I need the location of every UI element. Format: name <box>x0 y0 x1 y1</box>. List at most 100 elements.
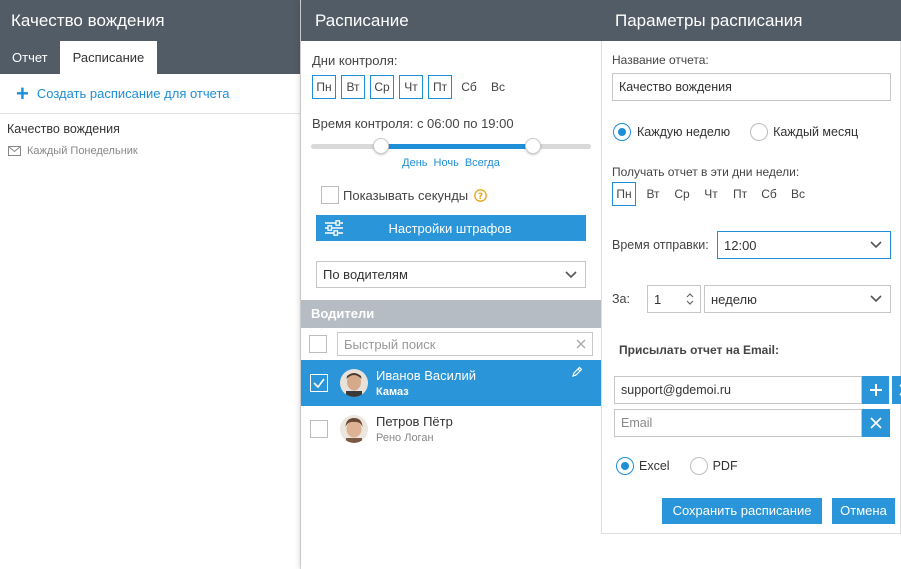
driver-vehicle: Рено Логан <box>376 432 434 444</box>
driver-avatar <box>340 415 368 443</box>
control-day-mon[interactable]: Пн <box>312 75 336 99</box>
fines-settings-button[interactable]: Настройки штрафов <box>316 215 586 241</box>
email-input-filled[interactable]: support@gdemoi.ru <box>614 376 862 404</box>
reports-panel: Качество вождения Отчет Расписание + Соз… <box>0 0 301 569</box>
control-day-tue[interactable]: Вт <box>341 75 365 99</box>
preset-night-link[interactable]: Ночь <box>434 157 459 169</box>
create-schedule-link[interactable]: + Создать расписание для отчета <box>0 74 300 114</box>
chevron-down-icon <box>870 241 882 249</box>
schedule-params-body: Название отчета: Качество вождения Кажду… <box>601 41 901 534</box>
report-name-input[interactable]: Качество вождения <box>612 73 891 101</box>
receive-day-tue[interactable]: Вт <box>641 182 665 206</box>
period-monthly-radio[interactable] <box>750 123 769 141</box>
close-icon <box>870 417 882 429</box>
drivers-header: Водители <box>301 300 601 328</box>
time-range-end-handle[interactable] <box>525 138 541 154</box>
driver-name: Иванов Василий <box>376 368 477 383</box>
every-stepper[interactable]: 1 <box>647 285 701 313</box>
time-range-slider[interactable] <box>311 138 591 154</box>
format-excel-label: Excel <box>639 459 670 473</box>
remove-email-button[interactable] <box>862 409 890 437</box>
period-monthly-label: Каждый месяц <box>773 125 859 139</box>
format-excel-radio[interactable] <box>616 457 634 475</box>
email-input-empty[interactable]: Email <box>614 409 862 437</box>
group-by-value: По водителям <box>323 267 408 282</box>
every-unit-select[interactable]: неделю <box>704 285 891 313</box>
schedule-item-frequency: Каждый Понедельник <box>27 145 138 157</box>
time-range-start-handle[interactable] <box>373 138 389 154</box>
schedule-params-title: Параметры расписания <box>601 0 901 41</box>
cancel-button[interactable]: Отмена <box>832 498 895 524</box>
reports-panel-title: Качество вождения <box>0 0 300 41</box>
preset-day-link[interactable]: День <box>402 157 427 169</box>
create-schedule-label: Создать расписание для отчета <box>36 86 230 101</box>
tab-report[interactable]: Отчет <box>0 41 60 74</box>
time-range-fill <box>381 144 533 149</box>
preset-always-link[interactable]: Всегда <box>465 157 500 169</box>
receive-days-label: Получать отчет в эти дни недели: <box>612 165 800 179</box>
driver-name: Петров Пётр <box>376 414 453 429</box>
plus-icon: + <box>16 80 29 106</box>
every-label: За: <box>612 292 630 306</box>
drivers-search-placeholder: Быстрый поиск <box>344 336 436 352</box>
schedule-item-title[interactable]: Качество вождения <box>0 114 300 136</box>
control-day-thu[interactable]: Чт <box>399 75 423 99</box>
control-days-label: Дни контроля: <box>312 53 398 68</box>
save-schedule-button[interactable]: Сохранить расписание <box>662 498 822 524</box>
show-seconds-checkbox[interactable] <box>321 186 339 204</box>
receive-days: Пн Вт Ср Чт Пт Сб Вс <box>612 182 815 206</box>
chevron-down-icon <box>565 270 577 278</box>
period-weekly-label: Каждую неделю <box>637 125 731 139</box>
show-seconds-label: Показывать секунды <box>343 187 469 203</box>
schedule-panel-title: Расписание <box>301 0 601 41</box>
driver-checkbox[interactable] <box>310 374 328 392</box>
group-by-select[interactable]: По водителям <box>316 261 586 288</box>
every-unit-value: неделю <box>711 291 757 307</box>
receive-day-fri[interactable]: Пт <box>728 182 752 206</box>
control-day-wed[interactable]: Ср <box>370 75 394 99</box>
time-presets: День Ночь Всегда <box>301 157 601 169</box>
period-weekly-radio[interactable] <box>613 123 631 141</box>
control-day-fri[interactable]: Пт <box>428 75 452 99</box>
sliders-icon <box>325 220 343 236</box>
svg-text:?: ? <box>478 191 483 201</box>
chevron-down-icon <box>870 295 882 303</box>
format-pdf-label: PDF <box>712 459 738 473</box>
fines-settings-label: Настройки штрафов <box>388 220 512 236</box>
receive-day-sat[interactable]: Сб <box>757 182 781 206</box>
drivers-search-input[interactable]: Быстрый поиск <box>337 332 593 356</box>
clear-icon[interactable] <box>576 339 586 349</box>
driver-row[interactable]: Иванов Василий Камаз <box>301 360 601 406</box>
control-time-label: Время контроля: с 06:00 по 19:00 <box>312 116 514 131</box>
checkmark-icon <box>313 378 325 389</box>
driver-checkbox[interactable] <box>310 420 328 438</box>
report-tabs: Отчет Расписание <box>0 41 300 74</box>
receive-day-mon[interactable]: Пн <box>612 182 636 206</box>
schedule-item-sub[interactable]: Каждый Понедельник <box>0 136 300 157</box>
tab-schedule[interactable]: Расписание <box>59 41 158 74</box>
receive-day-wed[interactable]: Ср <box>670 182 694 206</box>
help-icon[interactable]: ? <box>474 188 488 202</box>
schedule-panel: Расписание Дни контроля: Пн Вт Ср Чт Пт … <box>301 0 601 569</box>
drivers-search-row: Быстрый поиск <box>301 328 601 360</box>
send-time-label: Время отправки: <box>612 238 709 252</box>
remove-email-button[interactable] <box>892 376 901 404</box>
control-day-sun[interactable]: Вс <box>486 75 510 99</box>
receive-day-thu[interactable]: Чт <box>699 182 723 206</box>
pencil-icon[interactable] <box>571 366 583 378</box>
add-email-button[interactable] <box>862 376 890 404</box>
envelope-icon <box>8 146 21 156</box>
send-time-select[interactable]: 12:00 <box>717 231 891 259</box>
format-pdf-radio[interactable] <box>689 457 708 475</box>
control-days: Пн Вт Ср Чт Пт Сб Вс <box>312 75 515 99</box>
driver-row[interactable]: Петров Пётр Рено Логан <box>301 406 601 452</box>
control-day-sat[interactable]: Сб <box>457 75 481 99</box>
plus-icon <box>869 384 882 396</box>
stepper-arrows-icon[interactable] <box>686 292 694 306</box>
driver-avatar <box>340 369 368 397</box>
report-name-label: Название отчета: <box>612 53 709 67</box>
select-all-drivers-checkbox[interactable] <box>309 335 327 353</box>
receive-day-sun[interactable]: Вс <box>786 182 810 206</box>
driver-vehicle: Камаз <box>376 386 409 398</box>
email-section-label: Присылать отчет на Email: <box>619 343 780 357</box>
